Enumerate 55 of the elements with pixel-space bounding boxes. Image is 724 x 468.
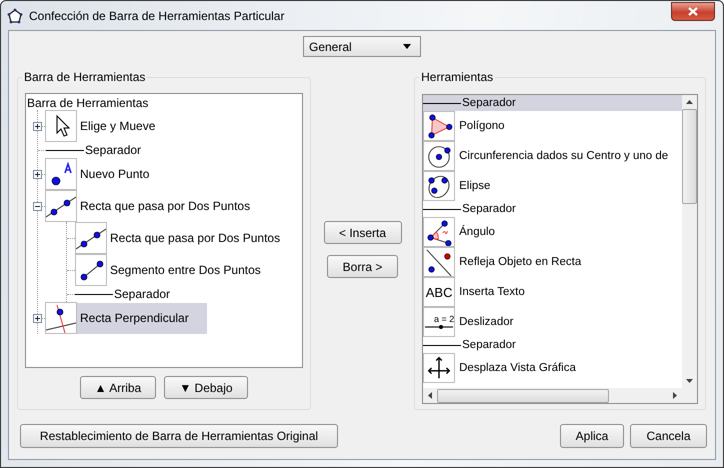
cancel-button[interactable]: Cancela	[630, 424, 707, 448]
tree-item[interactable]: Recta que pasa por Dos Puntos	[77, 190, 254, 222]
slider-icon	[424, 324, 454, 330]
list-item[interactable]: Refleja Objeto en Recta	[455, 256, 582, 268]
list-item[interactable]: Desplaza Vista Gráfica	[455, 362, 576, 374]
tree-item[interactable]: Elige y Mueve	[77, 110, 158, 142]
vertical-scrollbar[interactable]	[682, 95, 698, 388]
perspective-dropdown[interactable]: General	[303, 36, 421, 57]
slider-label: a = 2	[434, 314, 454, 324]
separator-line	[423, 344, 462, 346]
group-title: Barra de Herramientas	[22, 70, 148, 84]
window-title: Confección de Barra de Herramientas Particular	[29, 8, 286, 22]
apply-button[interactable]: Aplica	[560, 424, 624, 448]
move-button[interactable]: ▲ Arriba	[80, 376, 156, 399]
scroll-thumb[interactable]	[682, 109, 698, 204]
separator-line	[423, 102, 462, 104]
list-item[interactable]: Separador	[461, 339, 516, 351]
tree-item[interactable]: Separador	[113, 287, 172, 301]
pentagon-icon	[7, 8, 23, 24]
separator-line	[423, 208, 462, 210]
icon-text: ABC	[426, 286, 452, 298]
dropdown-arrow-icon	[403, 44, 411, 49]
list-item[interactable]: Circunferencia dados su Centro y uno de	[455, 150, 668, 162]
expand-toggle[interactable]	[33, 202, 42, 210]
move-button[interactable]: ▼ Debajo	[164, 376, 248, 399]
list-item[interactable]: Ángulo	[455, 226, 495, 238]
expand-toggle[interactable]	[33, 314, 42, 322]
insert-button[interactable]: < Inserta	[324, 221, 402, 244]
perpendicular-line-icon	[46, 303, 76, 333]
expand-toggle[interactable]	[33, 122, 42, 130]
tree-item[interactable]: Recta que pasa por Dos Puntos	[107, 222, 284, 254]
close-button[interactable]	[671, 2, 715, 20]
close-icon	[688, 6, 698, 16]
scroll-left-icon	[428, 392, 432, 399]
list-item[interactable]: Elipse	[455, 180, 490, 192]
scroll-right-icon	[673, 392, 678, 399]
group-title: Herramientas	[419, 70, 496, 84]
expand-toggle[interactable]	[33, 170, 42, 178]
list-item[interactable]: Separador	[461, 97, 516, 109]
remove-button[interactable]: Borra >	[327, 255, 398, 278]
scroll-thumb[interactable]	[437, 388, 610, 402]
horizontal-scrollbar[interactable]	[423, 388, 698, 403]
scroll-down-icon	[686, 379, 694, 383]
list-item[interactable]: Inserta Texto	[455, 286, 525, 298]
list-item[interactable]: Separador	[461, 203, 516, 215]
list-item[interactable]: Deslizador	[455, 316, 514, 328]
tree-item[interactable]: Segmento entre Dos Puntos	[107, 254, 264, 286]
reflection-icon	[424, 248, 454, 276]
tree-item[interactable]: Separador	[84, 143, 142, 157]
reset-button[interactable]: Restablecimiento de Barra de Herramientas Original	[20, 424, 338, 448]
tree-item[interactable]: Barra de Herramientas	[26, 94, 148, 110]
scroll-up-icon	[686, 100, 694, 104]
list-item[interactable]: Polígono	[455, 120, 505, 132]
tree-item[interactable]: Nuevo Punto	[77, 158, 152, 190]
tree-item[interactable]: Recta Perpendicular	[77, 302, 207, 334]
